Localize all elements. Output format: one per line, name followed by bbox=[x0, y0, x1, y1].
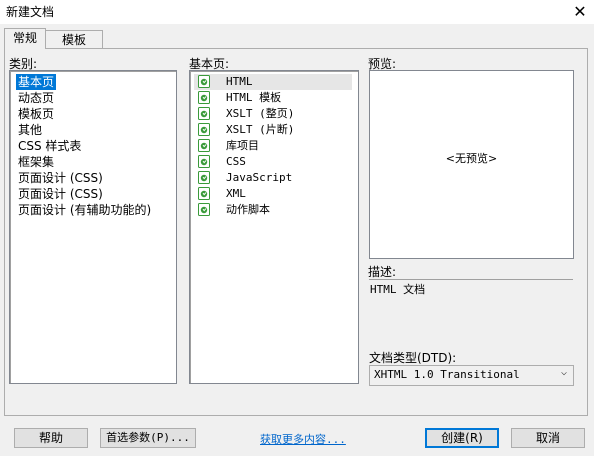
page-item-xslt-fragment[interactable]: XSLT (片断) bbox=[194, 122, 352, 138]
doctype-value: XHTML 1.0 Transitional bbox=[374, 368, 520, 381]
page-item-xslt-full[interactable]: XSLT (整页) bbox=[194, 106, 352, 122]
tab-general[interactable]: 常规 bbox=[4, 28, 46, 49]
page-item-label: XSLT (片断) bbox=[226, 123, 295, 136]
category-item-template[interactable]: 模板页 bbox=[18, 106, 54, 122]
category-item-page-design-css-1[interactable]: 页面设计 (CSS) bbox=[18, 170, 103, 186]
chevron-down-icon: ⌵ bbox=[560, 367, 567, 378]
category-item-basic[interactable]: 基本页 bbox=[16, 74, 57, 90]
page-item-label: HTML 模板 bbox=[226, 91, 282, 104]
page-item-xml[interactable]: XML bbox=[194, 186, 352, 202]
create-button[interactable]: 创建(R) bbox=[425, 428, 499, 448]
title-bar: 新建文档 ✕ bbox=[0, 0, 594, 24]
page-item-label: 动作脚本 bbox=[226, 203, 270, 216]
page-item-label: JavaScript bbox=[226, 171, 293, 184]
category-item-page-design-accessible[interactable]: 页面设计 (有辅助功能的) bbox=[18, 202, 151, 218]
window-title: 新建文档 bbox=[6, 5, 55, 19]
preferences-button[interactable]: 首选参数(P)... bbox=[100, 428, 196, 448]
page-item-label: HTML bbox=[226, 75, 253, 88]
basic-page-list[interactable]: HTML HTML 模板 XSLT (整页) XSLT (片断) 库项目 CSS… bbox=[189, 70, 359, 384]
preview-placeholder: <无预览> bbox=[445, 152, 498, 165]
doctype-label: 文档类型(DTD): bbox=[369, 351, 457, 365]
page-item-label: XSLT (整页) bbox=[226, 107, 295, 120]
page-item-label: 库项目 bbox=[226, 139, 259, 152]
page-item-actionscript[interactable]: 动作脚本 bbox=[194, 202, 352, 218]
document-icon bbox=[198, 139, 210, 152]
category-item-css[interactable]: CSS 样式表 bbox=[18, 138, 81, 154]
document-icon bbox=[198, 187, 210, 200]
document-icon bbox=[198, 91, 210, 104]
document-icon bbox=[198, 123, 210, 136]
page-item-library[interactable]: 库项目 bbox=[194, 138, 352, 154]
category-item-page-design-css-2[interactable]: 页面设计 (CSS) bbox=[18, 186, 103, 202]
page-item-css[interactable]: CSS bbox=[194, 154, 352, 170]
document-icon bbox=[198, 171, 210, 184]
description-label: 描述: bbox=[368, 265, 397, 279]
preview-box: <无预览> bbox=[369, 70, 574, 259]
document-icon bbox=[198, 155, 210, 168]
document-icon bbox=[198, 75, 210, 88]
help-button[interactable]: 帮助 bbox=[14, 428, 88, 448]
document-icon bbox=[198, 203, 210, 216]
page-item-html[interactable]: HTML bbox=[194, 74, 352, 90]
description-box: HTML 文档 bbox=[369, 279, 573, 340]
document-icon bbox=[198, 107, 210, 120]
page-item-html-template[interactable]: HTML 模板 bbox=[194, 90, 352, 106]
category-item-dynamic[interactable]: 动态页 bbox=[18, 90, 54, 106]
description-text: HTML 文档 bbox=[370, 283, 426, 296]
cancel-button[interactable]: 取消 bbox=[511, 428, 585, 448]
close-icon[interactable]: ✕ bbox=[568, 1, 592, 23]
get-more-content-link[interactable]: 获取更多内容... bbox=[260, 431, 346, 447]
category-list[interactable]: 基本页 动态页 模板页 其他 CSS 样式表 框架集 页面设计 (CSS) 页面… bbox=[9, 70, 177, 384]
category-item-frameset[interactable]: 框架集 bbox=[18, 154, 54, 170]
page-item-label: XML bbox=[226, 187, 246, 200]
tab-templates[interactable]: 模板 bbox=[45, 30, 103, 49]
page-item-javascript[interactable]: JavaScript bbox=[194, 170, 352, 186]
category-item-other[interactable]: 其他 bbox=[18, 122, 42, 138]
doctype-select[interactable]: XHTML 1.0 Transitional ⌵ bbox=[369, 365, 574, 386]
page-item-label: CSS bbox=[226, 155, 246, 168]
